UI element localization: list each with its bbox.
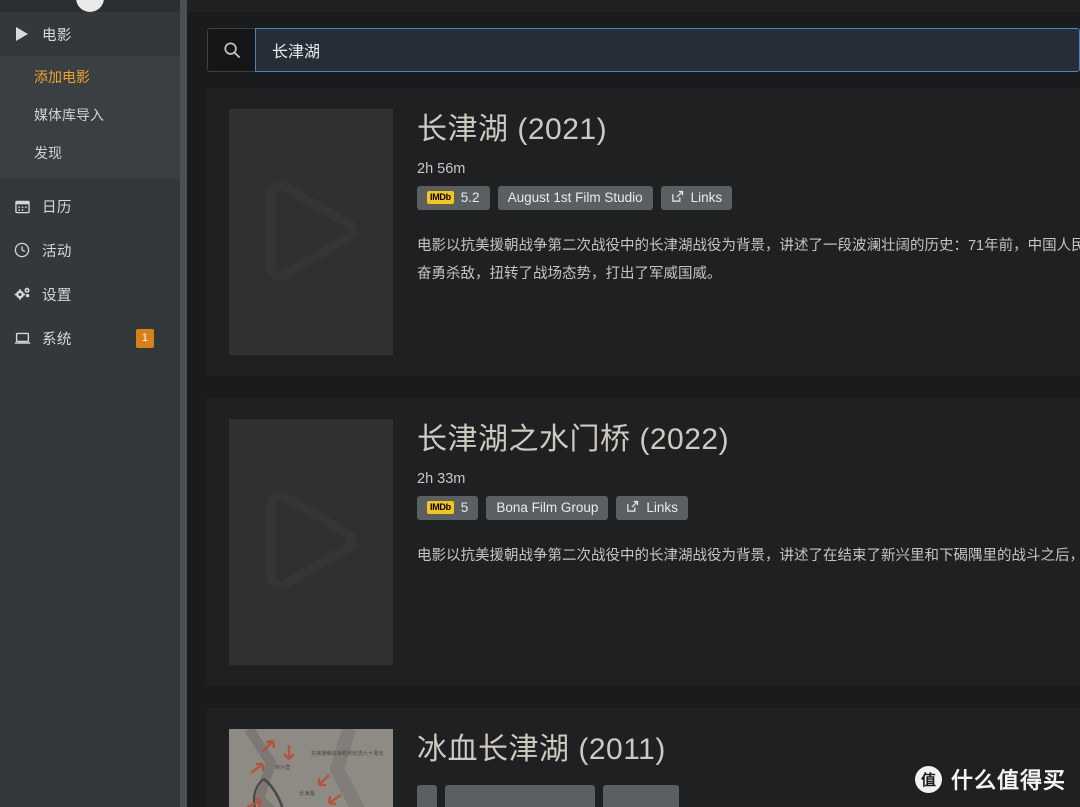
studio-badge[interactable] xyxy=(445,785,595,807)
movie-poster-image: 新兴里 长津湖 下碣隅里 柳潭里 古土里 真兴里 水门桥 抗美援朝战争胜利纪念六… xyxy=(229,729,393,807)
sidebar-item-system-label: 系统 xyxy=(36,328,72,349)
watermark-text: 什么值得买 xyxy=(951,763,1066,795)
movie-overview-line2: 奋勇杀敌，扭转了战场态势，打出了军威国威。 xyxy=(417,260,1080,288)
brand-strip xyxy=(0,0,180,12)
sidebar-item-activity[interactable]: 活动 xyxy=(0,228,180,272)
search-icon[interactable] xyxy=(207,28,255,72)
svg-text:新兴里: 新兴里 xyxy=(275,763,291,771)
imdb-rating-badge[interactable]: IMDb 5 xyxy=(417,496,478,520)
movie-badges: IMDb 5.2 August 1st Film Studio xyxy=(417,186,1080,210)
play-placeholder-icon xyxy=(246,165,376,300)
sidebar-item-movies[interactable]: 电影 xyxy=(0,12,180,56)
play-triangle-icon xyxy=(8,26,36,42)
links-badge[interactable]: Links xyxy=(661,186,733,210)
movie-overview: 电影以抗美援朝战争第二次战役中的长津湖战役为背景，讲述了一段波澜壮阔的历史：71… xyxy=(417,232,1080,289)
search-input[interactable] xyxy=(255,28,1080,72)
sidebar-item-movies-label: 电影 xyxy=(36,24,72,45)
topbar-edge xyxy=(187,0,1080,12)
imdb-rating-badge[interactable] xyxy=(417,785,437,807)
movie-badges: IMDb 5 Bona Film Group xyxy=(417,496,1080,520)
sidebar-item-activity-label: 活动 xyxy=(36,240,72,261)
imdb-logo-icon: IMDb xyxy=(427,501,454,514)
sidebar: 电影 添加电影 媒体库导入 发现 xyxy=(0,0,180,807)
gears-icon xyxy=(8,286,36,302)
sidebar-subitem-discover[interactable]: 发现 xyxy=(0,134,180,172)
movie-runtime: 2h 56m xyxy=(417,161,1080,177)
studio-badge[interactable]: Bona Film Group xyxy=(486,496,608,520)
movie-overview-line1: 电影以抗美援朝战争第二次战役中的长津湖战役为背景，讲述了在结束了新兴里和下碣隅里… xyxy=(417,548,1080,564)
watermark-logo-icon: 值 xyxy=(915,766,942,793)
movie-title: 长津湖之水门桥 (2022) xyxy=(417,421,1080,459)
sidebar-item-settings-label: 设置 xyxy=(36,284,72,305)
movie-result-card[interactable]: 长津湖之水门桥 (2022) 2h 33m IMDb 5 Bona Film G… xyxy=(207,398,1080,686)
movie-poster-placeholder xyxy=(229,109,393,355)
links-badge[interactable] xyxy=(603,785,679,807)
studio-badge[interactable]: August 1st Film Studio xyxy=(498,186,653,210)
sidebar-subitem-add-movie-label: 添加电影 xyxy=(34,67,90,87)
sidebar-subitem-library-import-label: 媒体库导入 xyxy=(34,105,104,125)
calendar-icon xyxy=(8,199,36,214)
movie-overview: 电影以抗美援朝战争第二次战役中的长津湖战役为背景，讲述了在结束了新兴里和下碣隅里… xyxy=(417,542,1080,570)
sidebar-subitem-discover-label: 发现 xyxy=(34,143,62,163)
app-logo-icon xyxy=(76,0,104,12)
main-content: 长津湖 (2021) 2h 56m IMDb 5.2 August 1st Fi… xyxy=(187,0,1080,807)
sidebar-subitem-add-movie[interactable]: 添加电影 xyxy=(0,58,180,96)
external-link-icon xyxy=(626,500,639,516)
laptop-icon xyxy=(8,331,36,346)
external-link-icon xyxy=(671,190,684,206)
sidebar-item-settings[interactable]: 设置 xyxy=(0,272,180,316)
links-label: Links xyxy=(646,500,678,515)
links-label: Links xyxy=(691,190,723,205)
imdb-rating-badge[interactable]: IMDb 5.2 xyxy=(417,186,490,210)
page-scrollbar[interactable] xyxy=(180,0,187,807)
movie-poster-placeholder xyxy=(229,419,393,665)
search-group xyxy=(207,28,1080,72)
sidebar-secondary-nav: 日历 活动 xyxy=(0,178,180,360)
watermark: 值 什么值得买 xyxy=(915,763,1066,795)
sidebar-item-calendar[interactable]: 日历 xyxy=(0,184,180,228)
sidebar-submenu: 添加电影 媒体库导入 发现 xyxy=(0,56,180,178)
movie-info: 长津湖 (2021) 2h 56m IMDb 5.2 August 1st Fi… xyxy=(393,109,1080,355)
svg-text:长津湖: 长津湖 xyxy=(299,789,315,797)
map-poster-graphic: 新兴里 长津湖 下碣隅里 柳潭里 古土里 真兴里 水门桥 抗美援朝战争胜利纪念六… xyxy=(229,729,393,807)
play-placeholder-icon xyxy=(246,475,376,610)
imdb-rating-value: 5.2 xyxy=(461,190,480,205)
movie-overview-line1: 电影以抗美援朝战争第二次战役中的长津湖战役为背景，讲述了一段波澜壮阔的历史：71… xyxy=(417,238,1080,254)
sidebar-system-badge: 1 xyxy=(136,329,154,348)
movie-result-card[interactable]: 长津湖 (2021) 2h 56m IMDb 5.2 August 1st Fi… xyxy=(207,88,1080,376)
sidebar-item-calendar-label: 日历 xyxy=(36,196,72,217)
sidebar-item-system[interactable]: 系统 1 xyxy=(0,316,180,360)
links-badge[interactable]: Links xyxy=(616,496,688,520)
movie-runtime: 2h 33m xyxy=(417,471,1080,487)
imdb-logo-icon: IMDb xyxy=(427,191,454,204)
clock-icon xyxy=(8,242,36,258)
sidebar-subitem-library-import[interactable]: 媒体库导入 xyxy=(0,96,180,134)
movie-title: 长津湖 (2021) xyxy=(417,111,1080,149)
search-bar xyxy=(187,12,1080,88)
svg-text:抗美援朝战争胜利纪念六十周年: 抗美援朝战争胜利纪念六十周年 xyxy=(311,749,384,757)
imdb-rating-value: 5 xyxy=(461,500,469,515)
search-results-list: 长津湖 (2021) 2h 56m IMDb 5.2 August 1st Fi… xyxy=(187,88,1080,807)
sidebar-primary-nav: 电影 xyxy=(0,12,180,56)
app-root: 电影 添加电影 媒体库导入 发现 xyxy=(0,0,1080,807)
movie-info: 长津湖之水门桥 (2022) 2h 33m IMDb 5 Bona Film G… xyxy=(393,419,1080,665)
